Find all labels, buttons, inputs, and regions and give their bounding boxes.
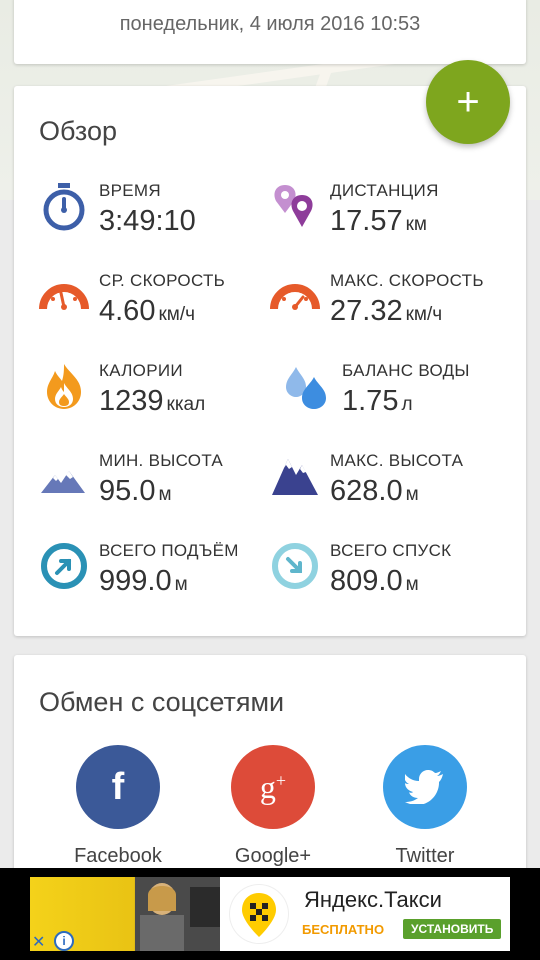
ad-install-button[interactable]: УСТАНОВИТЬ: [403, 919, 502, 939]
ad-banner[interactable]: ✕ i Яндекс.Такси БЕСПЛАТНО УСТАНОВИТЬ: [0, 868, 540, 960]
ad-info-icon[interactable]: i: [54, 931, 74, 951]
stat-label: КАЛОРИИ: [99, 361, 183, 380]
ad-title: Яндекс.Такси: [304, 887, 442, 912]
social-name: Google+: [234, 845, 312, 867]
stat-value: 809.0 м: [330, 565, 419, 597]
speedometer-max-icon: [270, 271, 320, 321]
stat-avg-speed: СР. СКОРОСТЬ 4.60 км/ч: [39, 271, 279, 341]
stat-value: 1.75 л: [342, 385, 413, 417]
stat-label: ВСЕГО ПОДЪЁМ: [99, 541, 239, 560]
workout-date: понедельник, 4 июля 2016 10:53: [119, 13, 421, 35]
ad-panel[interactable]: Яндекс.Такси БЕСПЛАТНО УСТАНОВИТЬ: [220, 877, 510, 951]
overview-card: Обзор ВРЕМЯ 3:49:10 ДИСТАНЦИЯ 17.57 км С…: [14, 86, 526, 636]
close-ad-icon[interactable]: ✕: [32, 932, 45, 952]
ascent-icon: [39, 541, 89, 591]
google-plus-icon[interactable]: g+: [231, 745, 315, 829]
speedometer-icon: [39, 271, 89, 321]
share-google-plus-button[interactable]: g+ Google+: [203, 745, 343, 868]
stat-value: 1239 ккал: [99, 385, 206, 417]
mountain-high-icon: [270, 451, 320, 501]
facebook-icon[interactable]: f: [76, 745, 160, 829]
stat-label: МИН. ВЫСОТА: [99, 451, 224, 470]
stat-calories: КАЛОРИИ 1239 ккал: [39, 361, 279, 431]
social-name: Facebook: [74, 845, 162, 867]
map-pins-icon: [270, 181, 320, 231]
stat-value: 17.57 км: [330, 205, 427, 237]
ad-free-label: БЕСПЛАТНО: [302, 922, 385, 937]
stat-value: 628.0 м: [330, 475, 419, 507]
share-facebook-button[interactable]: f Facebook: [48, 745, 188, 868]
yandex-taxi-logo-icon: [230, 885, 288, 943]
social-card: Обмен с соцсетями f Facebook g+ Google+ …: [14, 655, 526, 885]
add-button[interactable]: +: [426, 60, 510, 144]
stat-value: 3:49:10: [99, 205, 196, 237]
social-name: Twitter: [395, 845, 455, 867]
stat-value: 999.0 м: [99, 565, 188, 597]
stat-value: 4.60 км/ч: [99, 295, 196, 327]
stat-value: 27.32 км/ч: [330, 295, 443, 327]
share-twitter-button[interactable]: Twitter: [355, 745, 495, 868]
stat-time: ВРЕМЯ 3:49:10: [39, 181, 279, 251]
stat-max-altitude: МАКС. ВЫСОТА 628.0 м: [270, 451, 510, 521]
stat-total-ascent: ВСЕГО ПОДЪЁМ 999.0 м: [39, 541, 279, 611]
stat-label: ДИСТАНЦИЯ: [330, 181, 439, 200]
stat-label: МАКС. СКОРОСТЬ: [330, 271, 484, 290]
stat-value: 95.0 м: [99, 475, 172, 507]
stat-label: ВСЕГО СПУСК: [330, 541, 452, 560]
descent-icon: [270, 541, 320, 591]
stat-water-balance: БАЛАНС ВОДЫ 1.75 л: [282, 361, 522, 431]
stat-total-descent: ВСЕГО СПУСК 809.0 м: [270, 541, 510, 611]
water-drops-icon: [282, 361, 332, 411]
stat-min-altitude: МИН. ВЫСОТА 95.0 м: [39, 451, 279, 521]
stat-label: БАЛАНС ВОДЫ: [342, 361, 470, 380]
flame-icon: [39, 361, 89, 411]
overview-title: Обзор: [39, 116, 117, 146]
twitter-icon[interactable]: [383, 745, 467, 829]
stat-distance: ДИСТАНЦИЯ 17.57 км: [270, 181, 510, 251]
stat-label: СР. СКОРОСТЬ: [99, 271, 226, 290]
social-title: Обмен с соцсетями: [39, 687, 285, 717]
mountain-low-icon: [39, 451, 89, 501]
stat-max-speed: МАКС. СКОРОСТЬ 27.32 км/ч: [270, 271, 510, 341]
stopwatch-icon: [39, 181, 89, 231]
stat-label: ВРЕМЯ: [99, 181, 161, 200]
stat-label: МАКС. ВЫСОТА: [330, 451, 464, 470]
date-card: понедельник, 4 июля 2016 10:53: [14, 0, 526, 64]
